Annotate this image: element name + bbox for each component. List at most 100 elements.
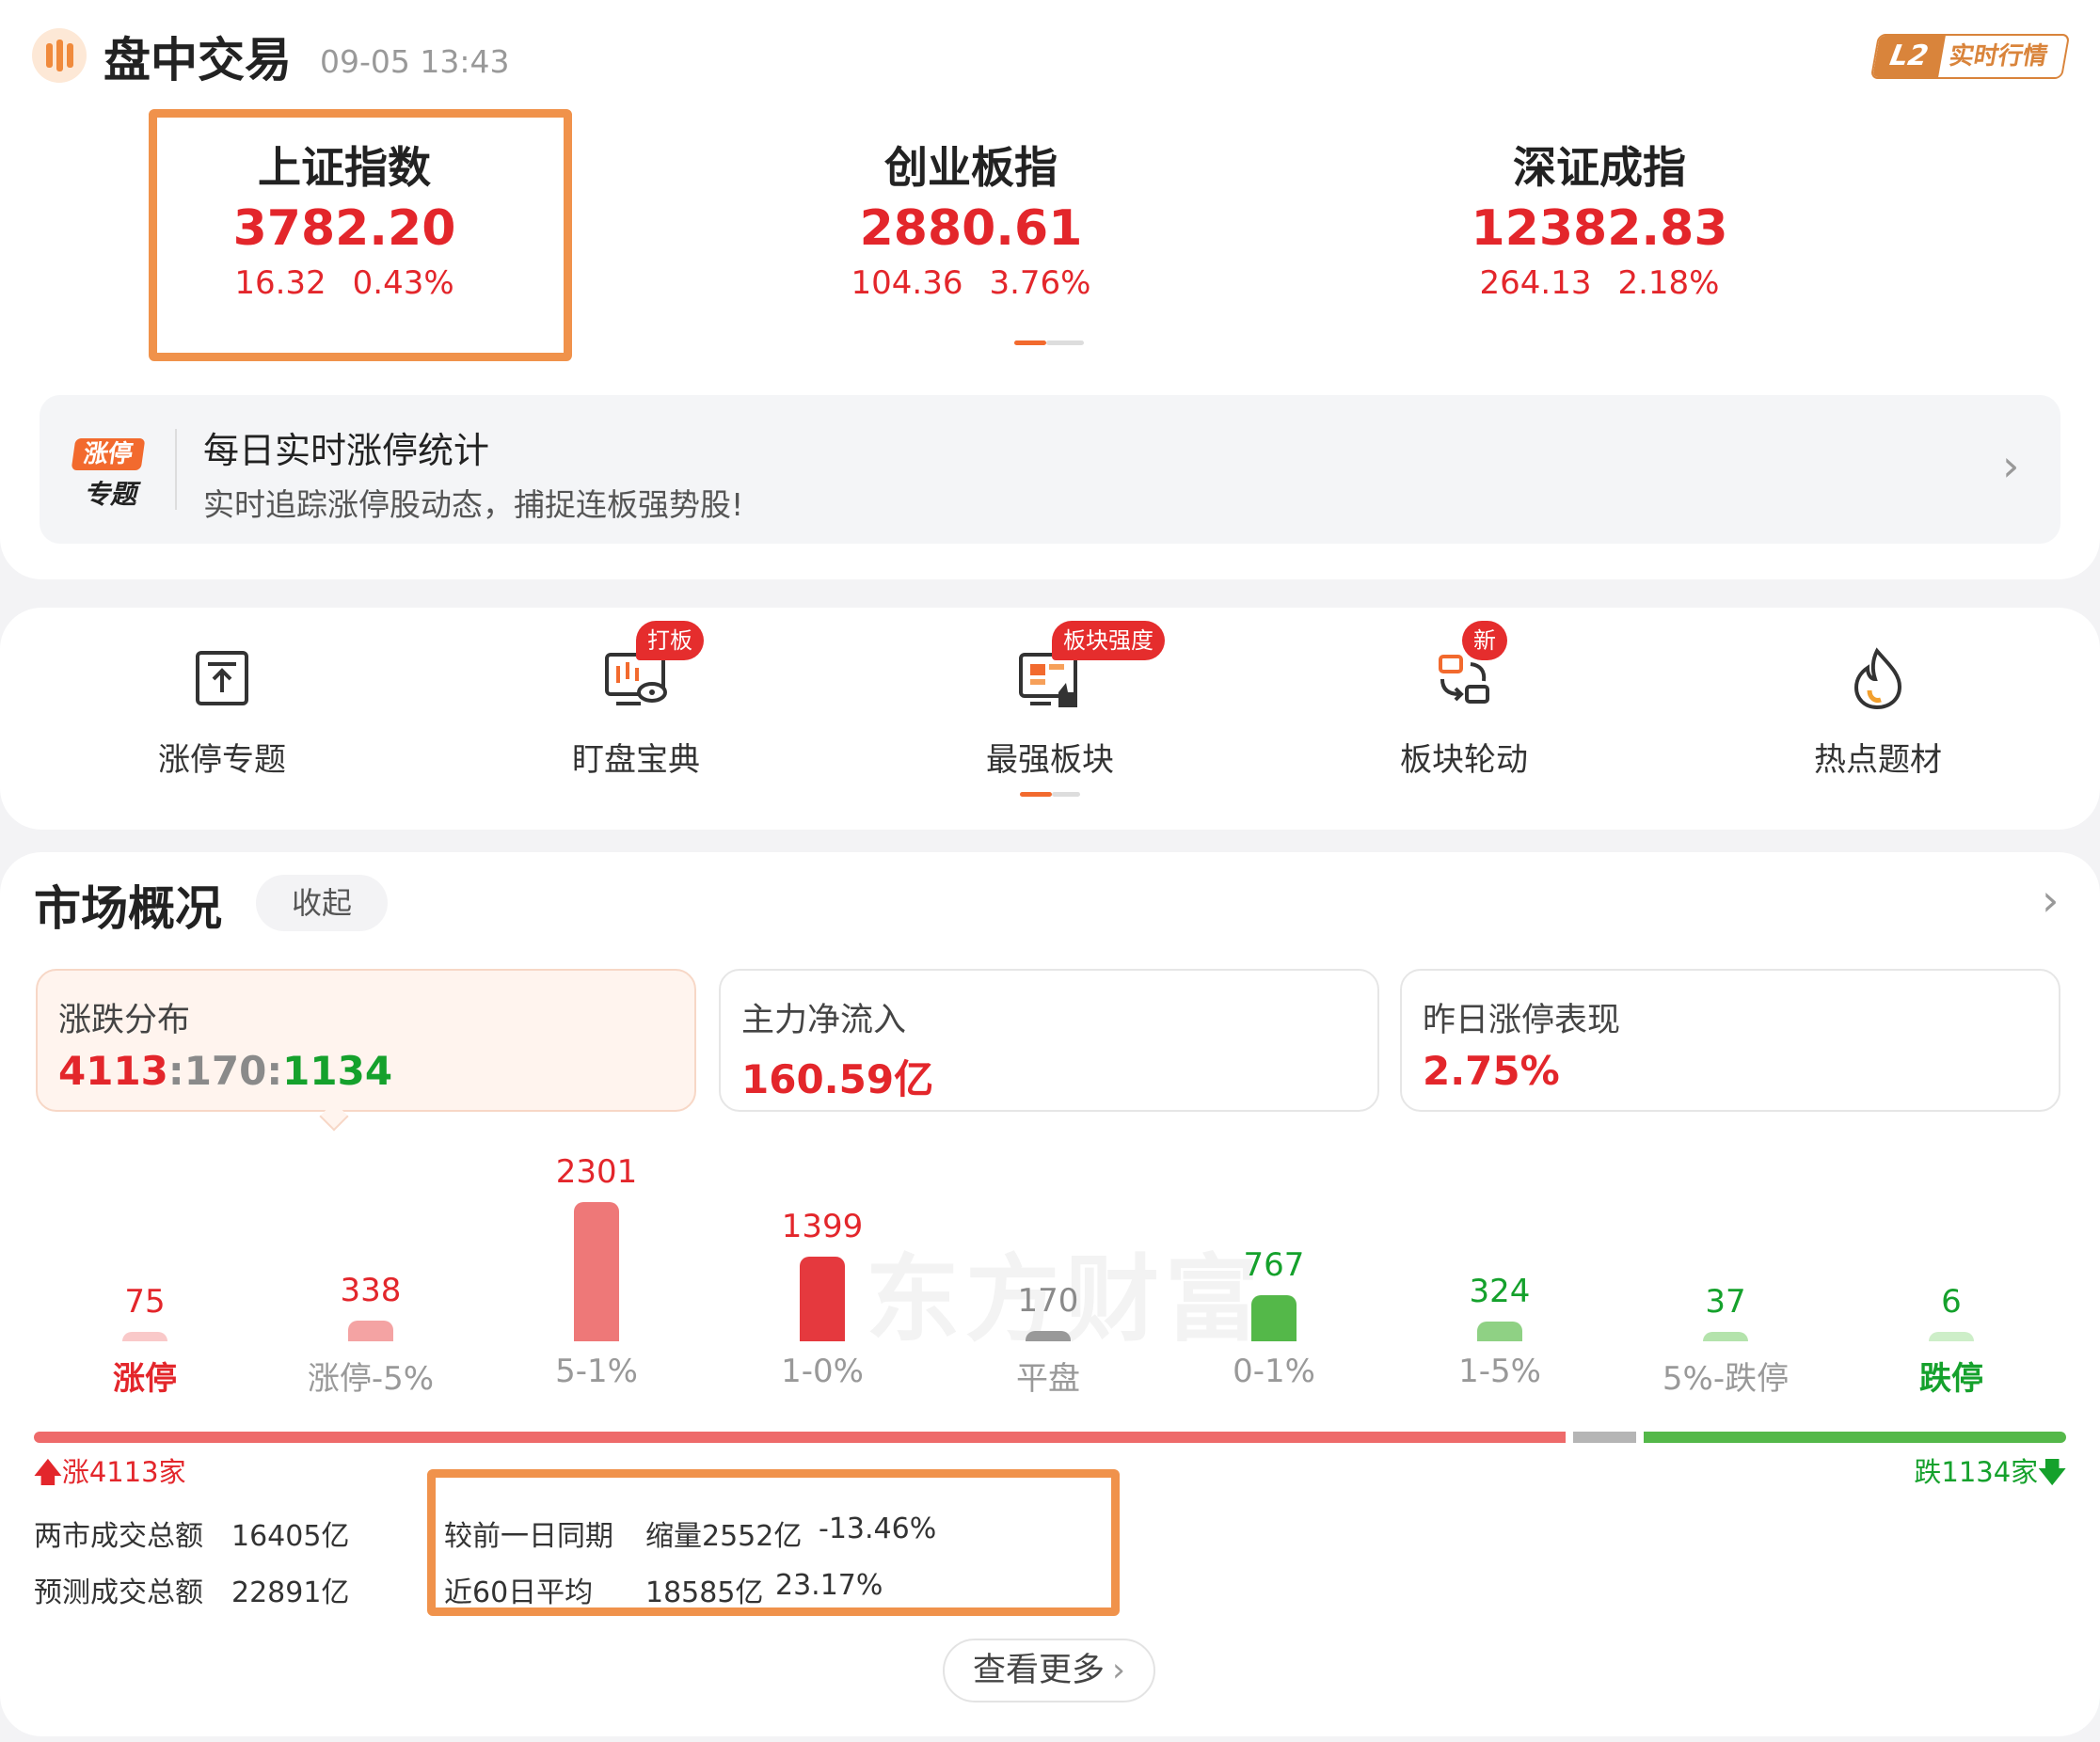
chart-category-label: 0-1% — [1233, 1353, 1315, 1390]
prev-day-pct: -13.46% — [819, 1512, 937, 1545]
ratio-separator: : — [167, 1048, 184, 1094]
index-item-shanghai[interactable]: 上证指数 3782.20 16.32 0.43% — [137, 139, 551, 307]
chart-bar — [800, 1257, 845, 1341]
chart-bar-value: 75 — [124, 1283, 166, 1321]
chevron-right-icon[interactable]: › — [2002, 440, 2019, 491]
collapse-button[interactable]: 收起 — [256, 875, 388, 931]
new-badge: 新 — [1462, 621, 1507, 660]
chart-bar — [1251, 1294, 1297, 1341]
chart-bar — [1703, 1332, 1748, 1341]
ratio-bar-flat — [1573, 1432, 1636, 1443]
up-count-label: 🡅涨4113家 — [34, 1456, 186, 1488]
stat-label: 涨跌分布 — [58, 1002, 191, 1039]
chart-bar-value: 170 — [1017, 1282, 1079, 1321]
stat-card-yesterday-limit-up[interactable]: 昨日涨停表现 2.75% — [1400, 969, 2060, 1112]
avg-60d-value: 18585亿 — [645, 1576, 764, 1609]
chart-bar-value: 324 — [1469, 1273, 1531, 1311]
pager-indicator — [1046, 340, 1084, 345]
shortcut-hot-topics[interactable]: 热点题材 — [1737, 645, 2019, 780]
chart-category-label: 5%-跌停 — [1662, 1360, 1790, 1398]
index-value: 3782.20 — [232, 200, 456, 257]
shortcut-label: 最强板块 — [986, 741, 1114, 779]
chart-category-label: 涨停 — [113, 1360, 177, 1398]
chevron-right-icon[interactable]: › — [2042, 875, 2059, 926]
flat-count: 170 — [183, 1048, 267, 1094]
page-title: 盘中交易 — [103, 33, 292, 87]
prev-day-label: 较前一日同期 — [444, 1520, 613, 1553]
down-count-label: 跌1134家🡇 — [1914, 1456, 2066, 1488]
index-name: 创业板指 — [884, 142, 1058, 193]
stat-label: 昨日涨停表现 — [1423, 1002, 1621, 1039]
index-pct: 2.18% — [1617, 264, 1720, 302]
arrow-up-icon: 🡅 — [34, 1456, 62, 1488]
chart-bar — [574, 1202, 619, 1341]
banner-divider — [175, 429, 177, 510]
index-item-chinext[interactable]: 创业板指 2880.61 104.36 3.76% — [764, 139, 1178, 307]
chart-category-label: 涨停-5% — [307, 1360, 435, 1398]
shortcut-sector-rotation[interactable]: 板块轮动 — [1323, 645, 1605, 780]
stat-value: 2.75% — [1423, 1048, 1560, 1094]
chart-bar — [348, 1321, 393, 1341]
chart-bar-value: 338 — [340, 1272, 402, 1310]
avg-60d-pct: 23.17% — [775, 1569, 883, 1602]
forecast-turnover-value: 22891亿 — [231, 1576, 350, 1609]
l2-realtime-badge[interactable]: L2 实时行情 — [1869, 34, 2071, 79]
chart-bar-value: 1399 — [781, 1208, 864, 1246]
total-turnover-value: 16405亿 — [231, 1520, 350, 1553]
ratio-separator: : — [266, 1048, 283, 1094]
up-count: 4113 — [58, 1048, 168, 1094]
chart-bar-value: 37 — [1705, 1283, 1746, 1321]
view-more-button[interactable]: 查看更多 › — [943, 1639, 1155, 1702]
shortcut-indicator — [1052, 792, 1080, 797]
chart-category-label: 5-1% — [555, 1353, 638, 1390]
ratio-bar-up — [34, 1432, 1566, 1443]
chevron-right-icon: › — [1112, 1652, 1125, 1689]
chart-category-label: 跌停 — [1919, 1360, 1983, 1398]
candlestick-logo-icon — [32, 28, 87, 83]
arrow-down-icon: 🡇 — [2038, 1456, 2066, 1488]
shortcut-limit-up-topic[interactable]: 涨停专题 — [81, 645, 363, 780]
shortcut-label: 板块轮动 — [1400, 741, 1528, 779]
stat-label: 主力净流入 — [741, 1002, 907, 1039]
pager-indicator-active — [1014, 340, 1046, 345]
shortcut-strongest-sector[interactable]: 最强板块 — [909, 645, 1191, 780]
index-change: 16.32 — [234, 264, 326, 302]
shortcut-label: 盯盘宝典 — [572, 741, 700, 779]
chart-bar — [1929, 1332, 1974, 1341]
timestamp: 09-05 13:43 — [320, 43, 510, 80]
chart-bar-value: 6 — [1941, 1283, 1962, 1321]
shortcut-indicator-active — [1020, 792, 1052, 797]
shortcut-watch-guide[interactable]: 盯盘宝典 — [495, 645, 777, 780]
index-pct: 3.76% — [989, 264, 1091, 302]
realtime-label: 实时行情 — [1947, 42, 2050, 71]
chart-bar-value: 2301 — [555, 1153, 638, 1191]
index-item-shenzhen[interactable]: 深证成指 12382.83 264.13 2.18% — [1392, 139, 1806, 307]
stat-value-ratio: 4113:170:1134 — [58, 1048, 392, 1094]
ratio-bar-down — [1644, 1432, 2066, 1443]
chart-category-label: 1-0% — [781, 1353, 864, 1390]
index-change: 104.36 — [851, 264, 963, 302]
stat-card-main-inflow[interactable]: 主力净流入 160.59亿 — [719, 969, 1379, 1112]
stat-value: 160.59亿 — [741, 1056, 934, 1102]
chart-category-label: 平盘 — [1016, 1360, 1080, 1398]
index-change: 264.13 — [1479, 264, 1592, 302]
index-name: 上证指数 — [258, 142, 431, 193]
topic-icon-text: 专题 — [83, 479, 136, 510]
chart-bar — [1026, 1331, 1071, 1341]
chart-bar — [1477, 1322, 1522, 1341]
shortcut-label: 涨停专题 — [158, 741, 286, 779]
down-count: 1134 — [282, 1048, 393, 1094]
avg-60d-label: 近60日平均 — [444, 1576, 594, 1609]
banner-title: 每日实时涨停统计 — [203, 430, 490, 471]
chart-category-label: 1-5% — [1458, 1353, 1541, 1390]
tag-badge: 打板 — [636, 621, 704, 660]
index-name: 深证成指 — [1513, 142, 1686, 193]
limit-up-topic-icon: 涨停 — [71, 438, 146, 470]
flame-icon — [1845, 645, 1911, 711]
l2-label: L2 — [1872, 36, 1946, 77]
prev-day-value: 缩量2552亿 — [645, 1520, 803, 1553]
shortcut-label: 热点题材 — [1814, 741, 1942, 779]
section-title: 市场概况 — [34, 881, 222, 936]
upload-box-icon — [189, 645, 255, 711]
stat-card-distribution[interactable]: 涨跌分布 4113:170:1134 — [36, 969, 696, 1112]
